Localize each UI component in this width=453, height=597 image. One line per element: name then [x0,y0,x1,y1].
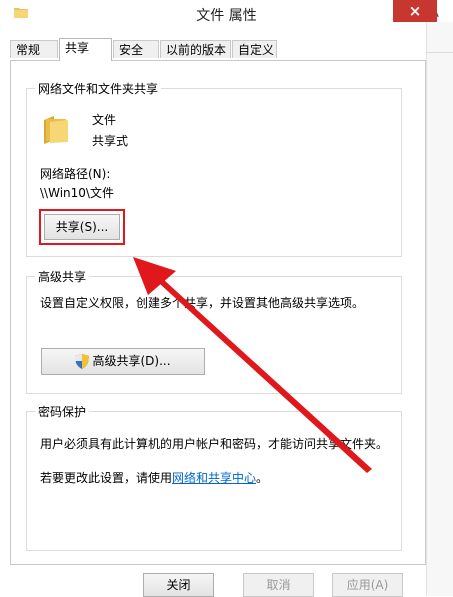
tab-sharing[interactable]: 共享 [59,38,112,61]
folder-icon [44,116,68,144]
cancel-button[interactable]: 取消 [243,573,314,597]
network-sharing-group: 网络文件和文件夹共享 文件 共享式 网络路径(N): \\Win10\文件 共享… [26,80,402,257]
window-title: 文件 属性 [196,8,257,24]
group-title: 网络文件和文件夹共享 [35,80,162,97]
tab-customize[interactable]: 自定义 [232,40,277,58]
shield-icon [75,354,90,369]
tab-security[interactable]: 安全 [113,40,159,58]
tab-general[interactable]: 常规 [10,40,58,58]
share-button[interactable]: 共享(S)... [44,214,120,240]
background-window [426,22,453,596]
group-title: 高级共享 [35,268,90,285]
apply-button[interactable]: 应用(A) [332,573,403,597]
red-arrow-annotation [133,257,372,473]
folder-name: 文件 [92,113,117,127]
network-path-label: 网络路径(N): [40,167,111,181]
close-button[interactable]: 关闭 [143,573,214,597]
tab-previous-versions[interactable]: 以前的版本 [160,40,231,58]
background-window-divider [426,52,453,53]
group-title: 密码保护 [35,403,90,420]
close-window-button[interactable]: × [393,0,437,22]
share-status: 共享式 [92,134,129,148]
network-path-value: \\Win10\文件 [40,186,114,200]
title-bar: 文件 属性 小 × [0,0,453,30]
